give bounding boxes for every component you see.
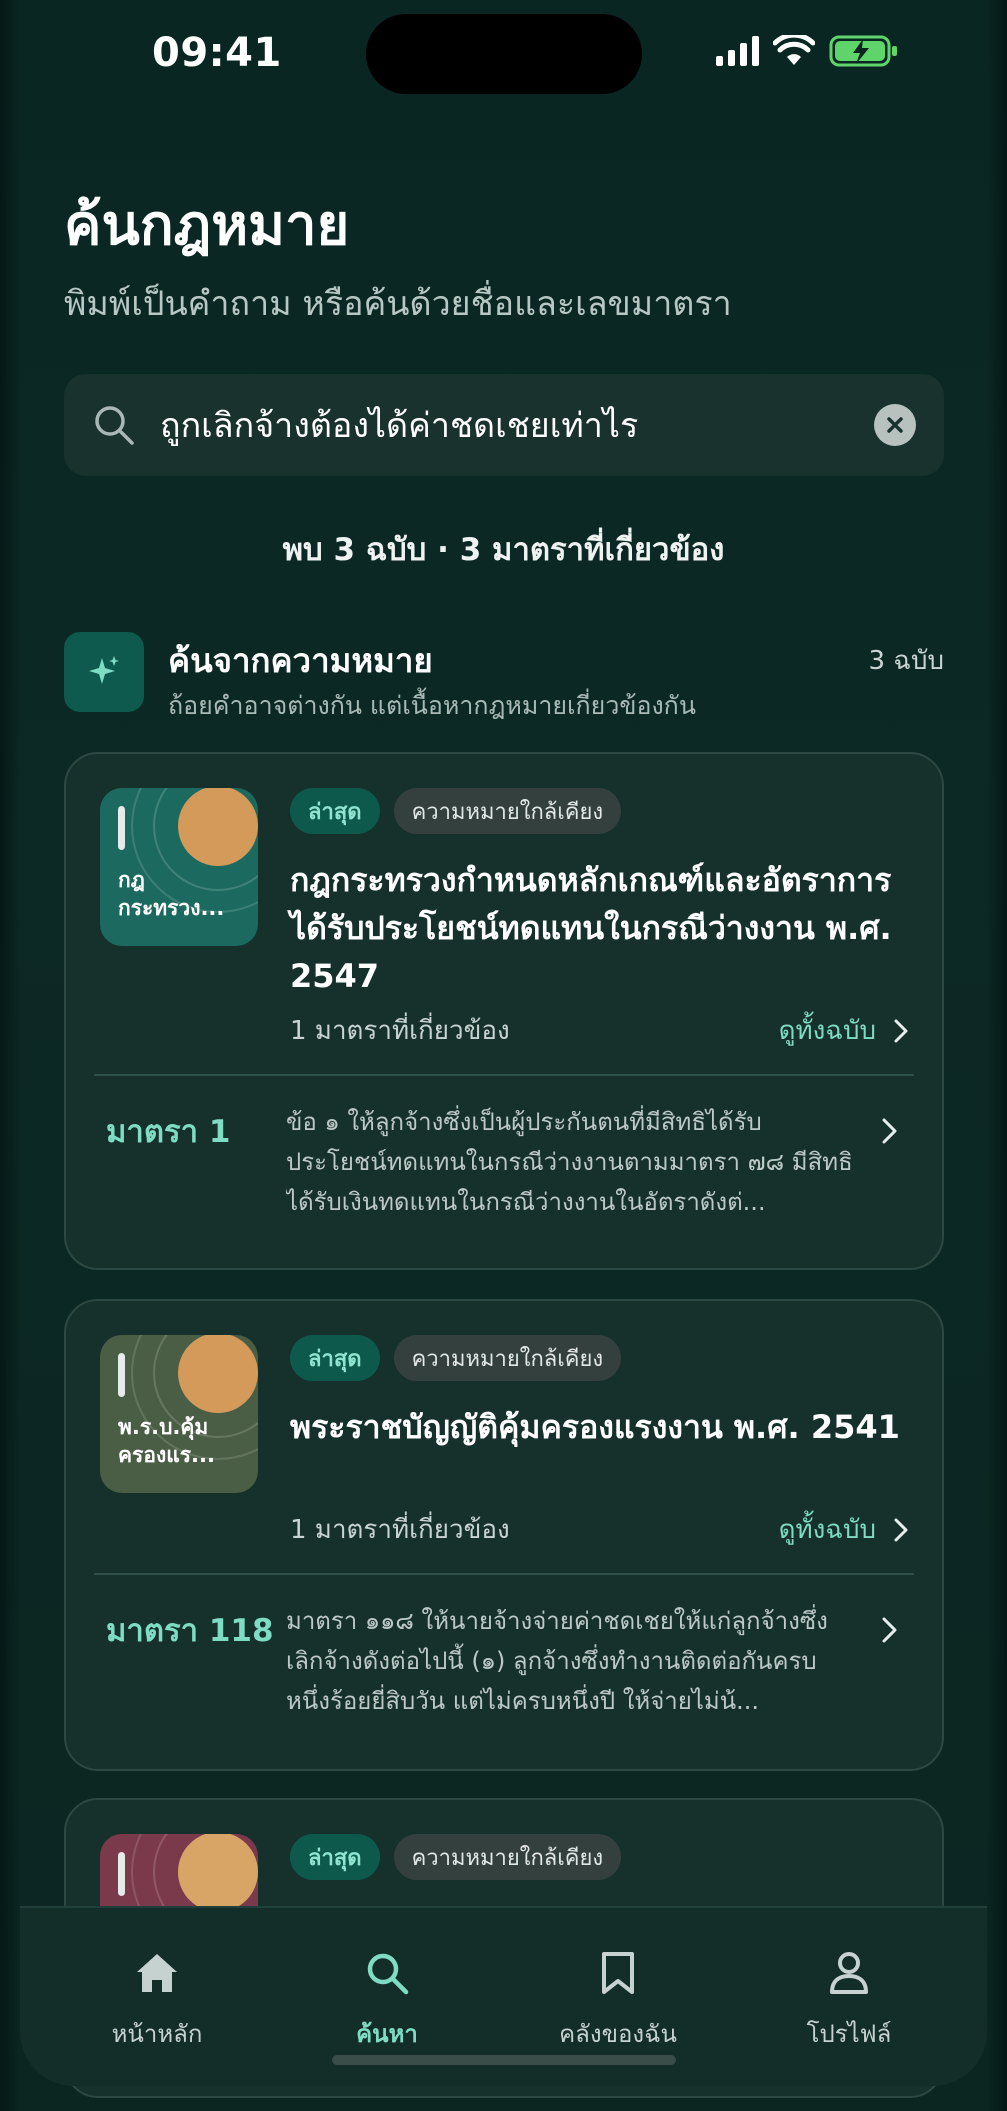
- page-subtitle: พิมพ์เป็นคำถาม หรือค้นด้วยชื่อและเลขมาตร…: [64, 284, 732, 324]
- sparkle-icon: [64, 632, 144, 712]
- view-full-document-link[interactable]: ดูทั้งฉบับ: [779, 1010, 908, 1051]
- status-time: 09:41: [152, 30, 282, 76]
- thumbnail-bar: [118, 806, 125, 850]
- chevron-right-icon[interactable]: [882, 1118, 898, 1144]
- home-icon: [137, 1954, 177, 1992]
- section-description: ถ้อยคำอาจต่างกัน แต่เนื้อหากฎหมายเกี่ยวข…: [168, 691, 696, 720]
- person-icon: [830, 1952, 868, 1994]
- tab-label: หน้าหลัก: [111, 2020, 203, 2048]
- bookmark-icon: [602, 1952, 634, 1994]
- thumbnail-bar: [118, 1353, 125, 1397]
- tab-profile[interactable]: โปรไฟล์: [749, 1946, 949, 2053]
- thumbnail-label: พ.ร.บ.คุ้ม ครองแร...: [118, 1415, 215, 1467]
- search-bar[interactable]: [64, 374, 944, 476]
- latest-badge: ล่าสุด: [290, 1335, 380, 1381]
- similar-meaning-badge: ความหมายใกล้เคียง: [393, 788, 622, 834]
- result-card[interactable]: พ.ร.บ.คุ้ม ครองแร... ล่าสุด ความหมายใกล้…: [64, 1299, 944, 1771]
- result-summary: พบ 3 ฉบับ · 3 มาตราที่เกี่ยวข้อง: [282, 532, 725, 568]
- tab-label: โปรไฟล์: [806, 2020, 892, 2048]
- result-card[interactable]: กฎ กระทรวง... ล่าสุด ความหมายใกล้เคียง ก…: [64, 752, 944, 1270]
- view-all-label: ดูทั้งฉบับ: [778, 1016, 876, 1046]
- section-excerpt[interactable]: มาตรา ๑๑๘ ให้นายจ้างจ่ายค่าชดเชยให้แก่ลู…: [286, 1601, 856, 1721]
- tab-label: ค้นหา: [356, 2020, 418, 2048]
- view-all-label: ดูทั้งฉบับ: [778, 1515, 876, 1545]
- section-excerpt[interactable]: ข้อ ๑ ให้ลูกจ้างซึ่งเป็นผู้ประกันตนที่มี…: [286, 1102, 856, 1222]
- related-sections-count: 1 มาตราที่เกี่ยวข้อง: [290, 1016, 510, 1046]
- section-count: 3 ฉบับ: [868, 646, 944, 676]
- search-input[interactable]: [160, 374, 874, 476]
- dynamic-island: [366, 14, 642, 94]
- similar-meaning-badge: ความหมายใกล้เคียง: [393, 1335, 622, 1381]
- tab-label: คลังของฉัน: [559, 2020, 677, 2048]
- section-title: ค้นจากความหมาย: [168, 641, 433, 680]
- divider: [94, 1074, 914, 1076]
- latest-badge: ล่าสุด: [290, 1834, 380, 1880]
- clear-search-button[interactable]: [874, 404, 916, 446]
- signal-icon: [716, 36, 759, 66]
- thumbnail-label: กฎ กระทรวง...: [118, 868, 225, 920]
- tag-list: ล่าสุด ความหมายใกล้เคียง: [290, 788, 622, 834]
- page-title: ค้นกฎหมาย: [64, 193, 350, 258]
- search-icon: [95, 406, 134, 445]
- wifi-icon: [773, 35, 815, 65]
- search-icon: [367, 1953, 409, 1995]
- tag-list: ล่าสุด ความหมายใกล้เคียง: [290, 1834, 622, 1880]
- status-icons: [716, 34, 899, 68]
- tag-list: ล่าสุด ความหมายใกล้เคียง: [290, 1335, 622, 1381]
- battery-charging-icon: [829, 35, 897, 67]
- close-icon: [887, 417, 903, 433]
- chevron-right-icon: [894, 1518, 908, 1541]
- tab-search[interactable]: ค้นหา: [287, 1946, 487, 2053]
- tab-library[interactable]: คลังของฉัน: [518, 1946, 718, 2053]
- chevron-right-icon: [894, 1019, 908, 1042]
- section-number[interactable]: มาตรา 118: [106, 1605, 274, 1655]
- semantic-search-section: ค้นจากความหมาย ถ้อยคำอาจต่างกัน แต่เนื้อ…: [64, 632, 944, 720]
- section-number[interactable]: มาตรา 1: [106, 1106, 230, 1156]
- divider: [94, 1573, 914, 1575]
- chevron-right-icon[interactable]: [882, 1617, 898, 1643]
- thumbnail-bar: [118, 1852, 125, 1896]
- similar-meaning-badge: ความหมายใกล้เคียง: [393, 1834, 622, 1880]
- home-indicator[interactable]: [332, 2055, 676, 2065]
- document-title[interactable]: พระราชบัญญัติคุ้มครองแรงงาน พ.ศ. 2541: [290, 1403, 920, 1451]
- document-title[interactable]: กฎกระทรวงกำหนดหลักเกณฑ์และอัตราการได้รับ…: [290, 856, 920, 1000]
- tab-home[interactable]: หน้าหลัก: [57, 1946, 257, 2053]
- latest-badge: ล่าสุด: [290, 788, 380, 834]
- document-thumbnail: กฎ กระทรวง...: [100, 788, 258, 946]
- view-full-document-link[interactable]: ดูทั้งฉบับ: [779, 1509, 908, 1550]
- related-sections-count: 1 มาตราที่เกี่ยวข้อง: [290, 1515, 510, 1545]
- app-screen: 09:41 ค้นกฎหมาย พิมพ์เป็นคำถาม หรือค้นด้…: [0, 0, 1007, 2111]
- document-thumbnail: พ.ร.บ.คุ้ม ครองแร...: [100, 1335, 258, 1493]
